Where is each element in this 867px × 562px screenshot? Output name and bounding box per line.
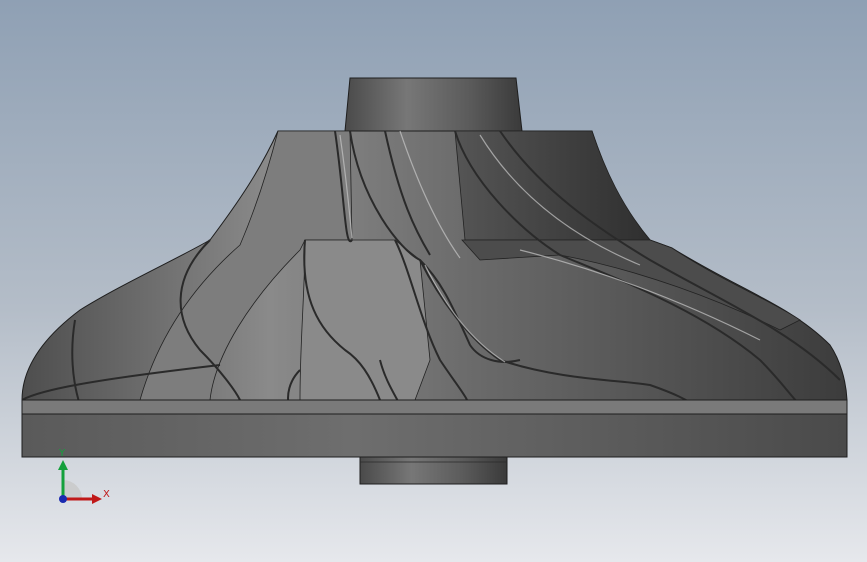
z-axis-dot-icon — [59, 495, 67, 503]
graphics-viewport[interactable]: Y X — [0, 0, 867, 562]
base-disk — [21, 399, 848, 458]
y-axis-label: Y — [58, 448, 66, 459]
y-axis-head-icon — [58, 460, 68, 470]
top-shaft — [344, 77, 523, 132]
x-axis-head-icon — [92, 494, 102, 504]
x-axis-label: X — [103, 489, 110, 500]
triad-plane-icon — [63, 480, 82, 499]
impeller-body — [21, 130, 848, 401]
impeller-model[interactable]: Y X — [0, 0, 867, 562]
bottom-shaft — [359, 456, 508, 485]
